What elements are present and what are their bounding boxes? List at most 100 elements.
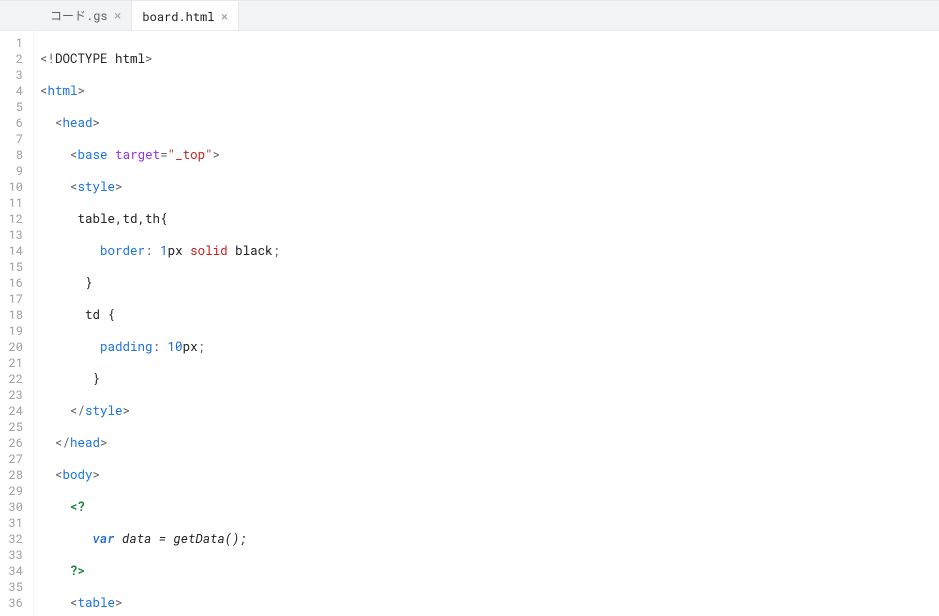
code-token: table: [78, 595, 116, 611]
code-token: <: [55, 467, 63, 483]
code-token: :: [145, 243, 160, 259]
line-number: 34: [6, 563, 23, 579]
code-token: <: [70, 179, 78, 195]
line-number: 19: [6, 323, 23, 339]
line-number: 31: [6, 515, 23, 531]
code-token: 1: [160, 243, 168, 259]
line-number-gutter: 1234567891011121314151617181920212223242…: [0, 31, 34, 616]
code-token: >: [123, 403, 131, 419]
line-number: 11: [6, 195, 23, 211]
line-number: 1: [6, 35, 23, 51]
code-token: </: [70, 403, 85, 419]
line-number: 16: [6, 275, 23, 291]
code-token: DOCTYPE html: [55, 51, 145, 67]
line-number: 32: [6, 531, 23, 547]
line-number: 4: [6, 83, 23, 99]
tab-board-html[interactable]: board.html ×: [132, 1, 239, 30]
editor-body: 1234567891011121314151617181920212223242…: [0, 31, 939, 616]
close-icon[interactable]: ×: [114, 9, 122, 22]
code-token: >: [100, 435, 108, 451]
line-number: 25: [6, 419, 23, 435]
code-token: html: [48, 83, 78, 99]
code-token: >: [115, 179, 123, 195]
line-number: 29: [6, 483, 23, 499]
code-token: [228, 243, 236, 259]
tab-label: コード.gs: [50, 7, 108, 24]
code-token: base: [78, 147, 108, 163]
code-content[interactable]: <!DOCTYPE html> <html> <head> <base targ…: [34, 31, 939, 616]
code-token: target: [115, 147, 160, 163]
code-token: >: [213, 147, 221, 163]
code-token: solid: [190, 243, 228, 259]
code-editor: コード.gs × board.html × 123456789101112131…: [0, 0, 939, 616]
code-token: td {: [85, 307, 115, 323]
code-token: :: [153, 339, 168, 355]
code-token: var: [93, 531, 115, 547]
line-number: 22: [6, 371, 23, 387]
code-token: </: [55, 435, 70, 451]
code-token: table,td,th{: [78, 211, 168, 227]
code-token: [108, 147, 116, 163]
tab-bar: コード.gs × board.html ×: [0, 1, 939, 31]
code-token: =: [160, 147, 168, 163]
line-number: 8: [6, 147, 23, 163]
code-token: body: [63, 467, 93, 483]
code-token: }: [93, 371, 101, 387]
line-number: 36: [6, 595, 23, 611]
code-token: "_top": [168, 147, 213, 163]
code-token: <: [70, 595, 78, 611]
line-number: 26: [6, 435, 23, 451]
code-token: ;: [198, 339, 206, 355]
code-token: border: [100, 243, 145, 259]
tab-label: board.html: [142, 9, 214, 25]
code-token: <: [70, 147, 78, 163]
line-number: 14: [6, 243, 23, 259]
code-token: = getData();: [151, 531, 246, 547]
line-number: 5: [6, 99, 23, 115]
code-token: style: [78, 179, 116, 195]
line-number: 27: [6, 451, 23, 467]
code-token: [115, 531, 123, 547]
line-number: 6: [6, 115, 23, 131]
code-token: style: [85, 403, 123, 419]
code-token: ?>: [70, 563, 85, 579]
line-number: 2: [6, 51, 23, 67]
code-token: padding: [100, 339, 153, 355]
tab-code-gs[interactable]: コード.gs ×: [40, 1, 132, 30]
line-number: 35: [6, 579, 23, 595]
line-number: 7: [6, 131, 23, 147]
code-token: px: [183, 339, 198, 355]
code-token: 10: [168, 339, 183, 355]
code-token: >: [93, 467, 101, 483]
line-number: 23: [6, 387, 23, 403]
line-number: 18: [6, 307, 23, 323]
line-number: 24: [6, 403, 23, 419]
code-token: <!: [40, 51, 55, 67]
code-token: >: [93, 115, 101, 131]
line-number: 28: [6, 467, 23, 483]
code-token: >: [78, 83, 86, 99]
line-number: 21: [6, 355, 23, 371]
line-number: 3: [6, 67, 23, 83]
line-number: 12: [6, 211, 23, 227]
line-number: 20: [6, 339, 23, 355]
code-token: >: [115, 595, 123, 611]
line-number: 10: [6, 179, 23, 195]
line-number: 17: [6, 291, 23, 307]
code-token: black: [235, 243, 273, 259]
line-number: 33: [6, 547, 23, 563]
line-number: 15: [6, 259, 23, 275]
code-token: px: [168, 243, 191, 259]
line-number: 9: [6, 163, 23, 179]
code-token: <?: [70, 499, 85, 515]
line-number: 30: [6, 499, 23, 515]
code-token: }: [85, 275, 93, 291]
code-token: <: [55, 115, 63, 131]
code-token: data: [122, 531, 151, 547]
line-number: 13: [6, 227, 23, 243]
code-token: >: [145, 51, 153, 67]
code-token: head: [70, 435, 100, 451]
close-icon[interactable]: ×: [220, 10, 228, 23]
code-token: ;: [273, 243, 281, 259]
code-token: head: [63, 115, 93, 131]
